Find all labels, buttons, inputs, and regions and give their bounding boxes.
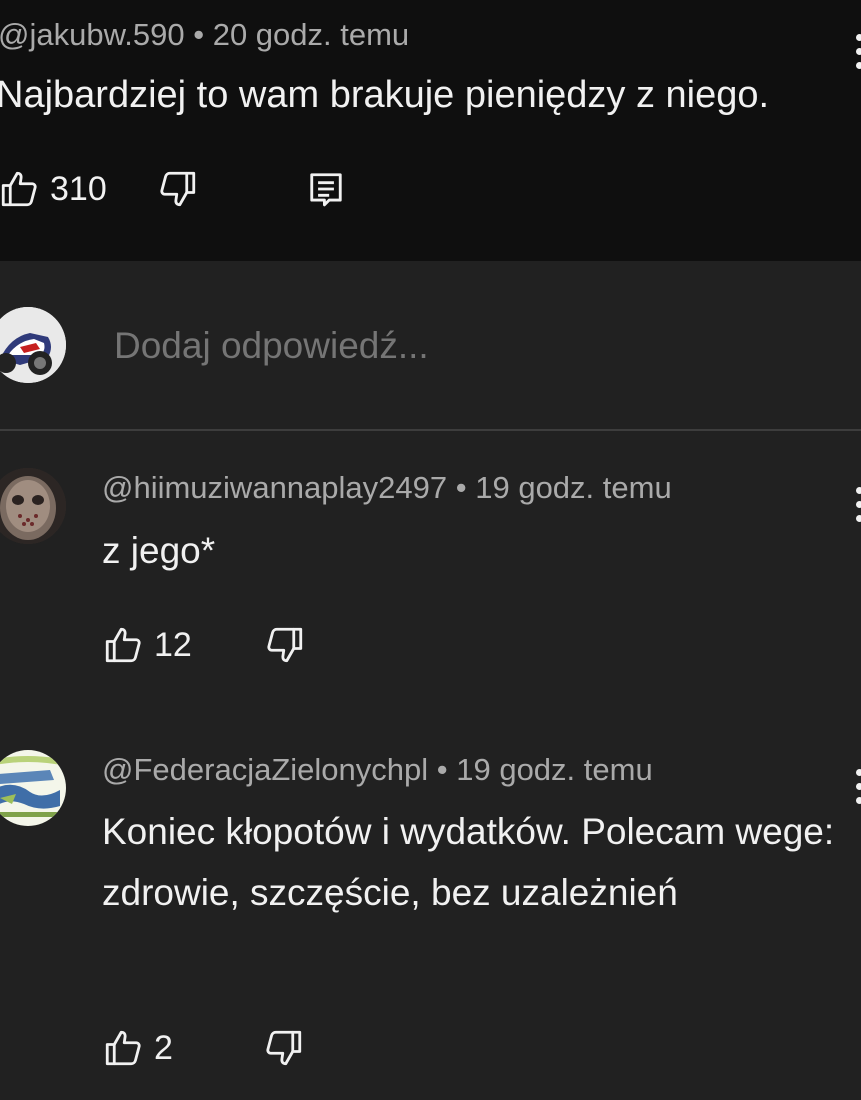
- parent-comment: @jakubw.590 • 20 godz. temu Najbardziej …: [0, 0, 861, 261]
- reply-text: Koniec kłopotów i wydatków. Polecam wege…: [102, 811, 835, 913]
- dislike-button[interactable]: [264, 624, 306, 666]
- reply-author[interactable]: @hiimuziwannaplay2497: [102, 470, 447, 505]
- reply-text: z jego*: [102, 530, 216, 571]
- like-button[interactable]: 2: [102, 1027, 173, 1069]
- parent-comment-time: 20 godz. temu: [212, 17, 410, 52]
- more-vertical-icon[interactable]: [856, 487, 861, 522]
- reply-meta: @hiimuziwannaplay2497 • 19 godz. temu: [102, 470, 672, 506]
- reply-actions: 2: [102, 1027, 305, 1069]
- parent-comment-meta: @jakubw.590 • 20 godz. temu: [0, 17, 409, 53]
- avatar: [0, 750, 66, 826]
- more-vertical-icon[interactable]: [856, 34, 861, 69]
- reply-time: 19 godz. temu: [456, 752, 653, 787]
- parent-comment-actions: 310: [0, 168, 345, 210]
- like-count: 310: [50, 169, 107, 208]
- thumb-down-icon: [157, 168, 199, 210]
- meta-separator: •: [436, 752, 448, 787]
- thumb-up-icon: [102, 1027, 144, 1069]
- meta-separator: •: [193, 17, 205, 52]
- reply-author[interactable]: @FederacjaZielonychpl: [102, 752, 428, 787]
- reply-meta: @FederacjaZielonychpl • 19 godz. temu: [102, 752, 653, 788]
- like-button[interactable]: 12: [102, 624, 192, 666]
- reply-input[interactable]: [114, 325, 714, 367]
- thumb-up-icon: [0, 168, 40, 210]
- reply-time: 19 godz. temu: [475, 470, 672, 505]
- reply-actions: 12: [102, 624, 306, 666]
- thumb-down-icon: [264, 624, 306, 666]
- comment-icon: [307, 169, 345, 209]
- like-count: 2: [154, 1028, 173, 1067]
- more-vertical-icon[interactable]: [856, 769, 861, 804]
- avatar: [0, 468, 66, 544]
- parent-comment-text: Najbardziej to wam brakuje pieniędzy z n…: [0, 74, 770, 116]
- dislike-button[interactable]: [263, 1027, 305, 1069]
- parent-comment-author[interactable]: @jakubw.590: [0, 17, 185, 52]
- like-count: 12: [154, 625, 192, 664]
- like-button[interactable]: 310: [0, 168, 107, 210]
- meta-separator: •: [455, 470, 467, 505]
- thumb-up-icon: [102, 624, 144, 666]
- reply-button[interactable]: [307, 169, 345, 209]
- thumb-down-icon: [263, 1027, 305, 1069]
- dislike-button[interactable]: [157, 168, 199, 210]
